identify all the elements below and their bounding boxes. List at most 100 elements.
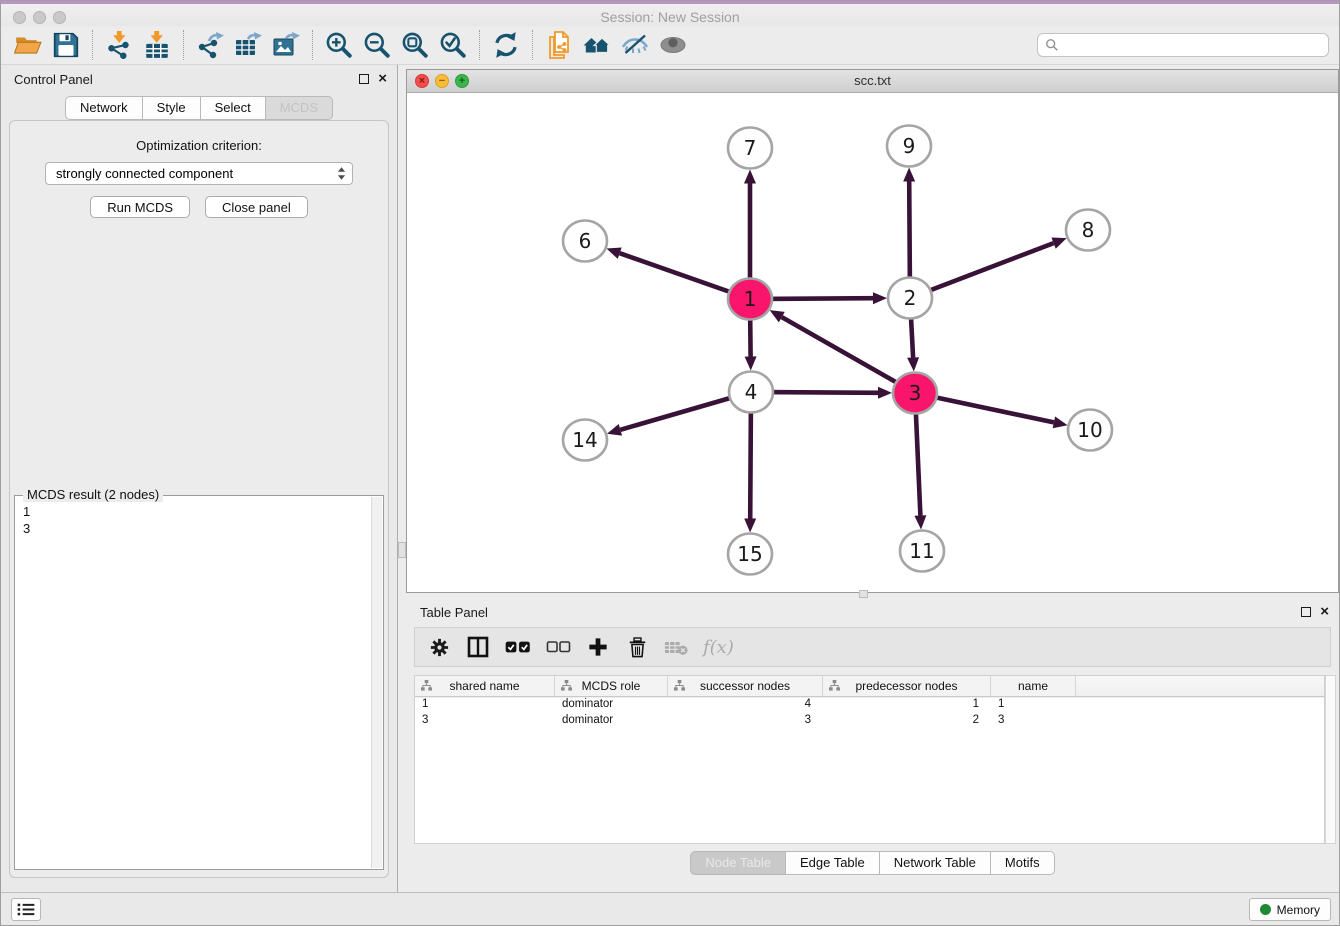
graph-node-3[interactable]: 3	[893, 373, 937, 414]
mcds-result-box: MCDS result (2 nodes) 1 3	[14, 495, 384, 870]
graph-node-8[interactable]: 8	[1066, 210, 1110, 251]
import-network-button[interactable]	[100, 28, 138, 62]
table-cell[interactable]: 1	[415, 698, 555, 710]
split-panel-button[interactable]	[466, 634, 490, 660]
graph-node-2[interactable]: 2	[888, 278, 932, 319]
graph-node-15[interactable]: 15	[728, 534, 772, 575]
table-cell[interactable]: 4	[668, 698, 823, 710]
table-cell[interactable]: 3	[415, 714, 555, 726]
close-panel-icon[interactable]: ×	[378, 74, 387, 84]
tab-network[interactable]: Network	[65, 96, 143, 120]
hide-details-icon	[621, 31, 649, 59]
save-session-icon	[52, 31, 80, 59]
search-icon	[1045, 38, 1059, 52]
float-panel-icon[interactable]	[359, 74, 369, 84]
close-table-panel-icon[interactable]: ×	[1320, 607, 1329, 617]
table-tab-node-table[interactable]: Node Table	[690, 851, 786, 875]
add-column-button[interactable]	[586, 634, 610, 660]
table-cell[interactable]: 3	[668, 714, 823, 726]
graph-node-4[interactable]: 4	[729, 372, 773, 413]
table-row[interactable]: 1dominator411	[415, 696, 1324, 712]
tab-mcds[interactable]: MCDS	[266, 96, 333, 120]
select-stepper-icon	[337, 166, 346, 181]
import-network-icon	[105, 31, 133, 59]
network-window-titlebar[interactable]: × − + scc.txt	[407, 70, 1338, 93]
search-input[interactable]	[1064, 38, 1321, 53]
table-tab-edge-table[interactable]: Edge Table	[786, 851, 880, 875]
graph-node-14[interactable]: 14	[563, 420, 607, 461]
table-tab-motifs[interactable]: Motifs	[991, 851, 1055, 875]
memory-status-icon	[1260, 904, 1271, 915]
deselect-all-checkboxes-button[interactable]	[546, 634, 571, 660]
toolbar-separator	[532, 30, 533, 60]
table-options-gear-button[interactable]	[427, 634, 451, 660]
graph-node-9[interactable]: 9	[887, 126, 931, 167]
save-session-button[interactable]	[47, 28, 85, 62]
network-view-window: × − + scc.txt 7 9 6 8 1 2 4 3 14 10 15 11	[406, 69, 1339, 593]
svg-text:14: 14	[572, 428, 597, 452]
hide-details-button[interactable]	[616, 28, 654, 62]
network-file-button[interactable]	[540, 28, 578, 62]
control-panel: Control Panel × NetworkStyleSelectMCDS O…	[1, 65, 398, 892]
network-canvas[interactable]: 7 9 6 8 1 2 4 3 14 10 15 11	[407, 93, 1338, 592]
open-session-button[interactable]	[9, 28, 47, 62]
column-header-MCDS-role[interactable]: MCDS role	[555, 676, 668, 696]
export-table-icon	[234, 31, 262, 59]
split-panel-icon	[467, 636, 489, 658]
delete-column-button[interactable]	[625, 634, 649, 660]
table-cell[interactable]: 3	[991, 714, 1076, 726]
memory-button[interactable]: Memory	[1249, 898, 1331, 921]
refresh-network-button[interactable]	[487, 28, 525, 62]
mcds-result-scrollbar[interactable]	[371, 497, 382, 868]
zoom-selected-button[interactable]	[434, 28, 472, 62]
optimization-criterion-select[interactable]: strongly connected component	[45, 162, 353, 185]
svg-text:1: 1	[744, 287, 757, 311]
table-cell[interactable]: 1	[823, 698, 991, 710]
float-table-panel-icon[interactable]	[1301, 607, 1311, 617]
table-panel-title: Table Panel	[420, 605, 488, 620]
table-cell[interactable]: 2	[823, 714, 991, 726]
zoom-in-button[interactable]	[320, 28, 358, 62]
vertical-split-handle[interactable]	[398, 542, 406, 558]
tab-style[interactable]: Style	[143, 96, 201, 120]
mcds-result-text[interactable]: 1 3	[16, 499, 370, 868]
table-header-row: shared nameMCDS rolesuccessor nodesprede…	[415, 676, 1324, 696]
zoom-out-button[interactable]	[358, 28, 396, 62]
zoom-fit-button[interactable]	[396, 28, 434, 62]
export-table-button[interactable]	[229, 28, 267, 62]
export-network-button[interactable]	[191, 28, 229, 62]
show-details-button[interactable]	[654, 28, 692, 62]
control-panel-title: Control Panel	[14, 72, 93, 87]
export-image-button[interactable]	[267, 28, 305, 62]
column-header-predecessor-nodes[interactable]: predecessor nodes	[823, 676, 991, 696]
table-tab-network-table[interactable]: Network Table	[880, 851, 991, 875]
graph-node-11[interactable]: 11	[900, 531, 944, 572]
import-table-button[interactable]	[138, 28, 176, 62]
column-header-name[interactable]: name	[991, 676, 1076, 696]
graph-node-1[interactable]: 1	[728, 279, 772, 320]
graph-node-6[interactable]: 6	[563, 221, 607, 262]
table-cell[interactable]: dominator	[555, 698, 668, 710]
graph-node-10[interactable]: 10	[1068, 410, 1112, 451]
close-panel-button[interactable]: Close panel	[205, 196, 308, 218]
add-column-icon	[588, 637, 608, 657]
graph-edge-3-1[interactable]	[782, 317, 915, 393]
task-history-button[interactable]	[11, 898, 41, 921]
application-window: Session: New Session Control Panel × Net…	[0, 0, 1340, 926]
tab-select[interactable]: Select	[201, 96, 266, 120]
select-all-checkboxes-button[interactable]	[505, 634, 531, 660]
home-button[interactable]	[578, 28, 616, 62]
svg-text:9: 9	[903, 134, 916, 158]
svg-text:6: 6	[579, 229, 592, 253]
run-mcds-button[interactable]: Run MCDS	[90, 196, 190, 218]
horizontal-split-handle[interactable]	[859, 590, 868, 598]
table-scrollbar[interactable]	[1325, 675, 1336, 844]
zoom-in-icon	[325, 31, 353, 59]
table-row[interactable]: 3dominator323	[415, 712, 1324, 728]
column-header-shared-name[interactable]: shared name	[415, 676, 555, 696]
table-cell[interactable]: dominator	[555, 714, 668, 726]
graph-node-7[interactable]: 7	[728, 128, 772, 169]
table-cell[interactable]: 1	[991, 698, 1076, 710]
column-header-successor-nodes[interactable]: successor nodes	[668, 676, 823, 696]
search-box[interactable]	[1037, 33, 1329, 57]
